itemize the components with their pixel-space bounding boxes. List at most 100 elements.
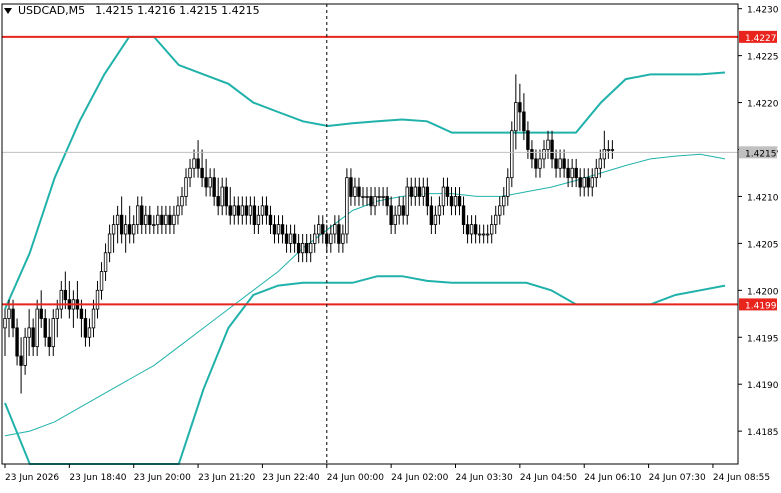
candle-body bbox=[200, 167, 204, 179]
candle-body bbox=[240, 205, 245, 216]
candle-body bbox=[268, 214, 273, 226]
candle-body bbox=[574, 167, 578, 179]
candle-body bbox=[7, 308, 11, 319]
candle-body bbox=[224, 186, 228, 207]
price-tick-label: 1.4190 bbox=[747, 381, 779, 391]
candle-body bbox=[594, 167, 598, 179]
price-tick-label: 1.4200 bbox=[747, 287, 779, 297]
candle-body bbox=[465, 224, 470, 235]
candle-body bbox=[409, 186, 413, 197]
candle-body bbox=[433, 214, 438, 226]
candle-body bbox=[220, 186, 224, 207]
candle-body bbox=[192, 158, 196, 169]
price-tick-label: 1.4195 bbox=[747, 334, 779, 344]
candle-body bbox=[453, 196, 458, 207]
candle-body bbox=[51, 318, 55, 348]
candle-body bbox=[586, 177, 590, 188]
candle-body bbox=[11, 308, 15, 329]
candle-body bbox=[538, 158, 542, 169]
time-tick-label: 24 Jun 07:30 bbox=[649, 473, 706, 483]
candle-body bbox=[429, 205, 434, 226]
candle-body bbox=[558, 158, 562, 169]
candle-body bbox=[381, 196, 385, 198]
candle-body bbox=[168, 214, 172, 226]
candle-body bbox=[606, 149, 611, 151]
candle-body bbox=[91, 308, 96, 329]
candle-body bbox=[284, 233, 289, 244]
candle-body bbox=[461, 205, 466, 226]
candle-body bbox=[180, 196, 184, 207]
candle-body bbox=[502, 196, 506, 207]
candle-body bbox=[280, 224, 285, 235]
candle-body bbox=[103, 252, 108, 272]
candle-body bbox=[610, 149, 615, 151]
candle-body bbox=[473, 224, 478, 235]
candle-body bbox=[292, 233, 297, 244]
candle-body bbox=[204, 177, 208, 188]
candle-body bbox=[55, 308, 59, 319]
time-tick-label: 23 Jun 22:40 bbox=[262, 473, 319, 483]
level-price-label: 1.4199 bbox=[745, 301, 777, 311]
candle-body bbox=[115, 214, 120, 226]
candle-body bbox=[127, 224, 132, 235]
candle-body bbox=[477, 233, 482, 236]
time-tick-label: 23 Jun 20:00 bbox=[134, 473, 191, 483]
candle-body bbox=[510, 130, 514, 179]
candle-body bbox=[148, 214, 152, 226]
candle-body bbox=[349, 177, 353, 197]
chart-background bbox=[0, 0, 781, 489]
candle-body bbox=[19, 355, 23, 366]
time-tick-label: 24 Jun 08:55 bbox=[713, 473, 770, 483]
candle-body bbox=[469, 224, 474, 235]
candle-body bbox=[373, 196, 377, 207]
candle-body bbox=[361, 196, 365, 198]
candle bbox=[345, 168, 349, 244]
candle-body bbox=[393, 214, 397, 226]
candle-body bbox=[437, 205, 442, 216]
candle-body bbox=[119, 214, 124, 235]
candle-body bbox=[526, 130, 530, 150]
candle-body bbox=[550, 139, 554, 160]
candle-body bbox=[196, 158, 200, 169]
chart-header: USDCAD,M5 1.4215 1.4216 1.4215 1.4215 bbox=[4, 4, 260, 17]
price-tick-label: 1.4225 bbox=[747, 53, 779, 63]
candle-body bbox=[542, 149, 546, 160]
candle-body bbox=[15, 327, 19, 357]
time-tick-label: 23 Jun 21:20 bbox=[198, 473, 255, 483]
ohlc-readout: 1.4215 1.4216 1.4215 1.4215 bbox=[95, 4, 260, 17]
candle-body bbox=[308, 242, 313, 254]
dropdown-triangle-icon[interactable] bbox=[4, 7, 12, 14]
price-chart[interactable]: 1.4230 1.4225 1.4220 1.4215 1.4210 1.4205 1.42… bbox=[0, 0, 781, 489]
candle-body bbox=[59, 289, 64, 310]
price-tick-label: 1.4205 bbox=[747, 240, 779, 250]
candle-body bbox=[236, 205, 240, 216]
time-tick-label: 24 Jun 03:30 bbox=[456, 473, 513, 483]
candle-body bbox=[31, 327, 35, 348]
price-tick-label: 1.4220 bbox=[747, 100, 779, 110]
candle-body bbox=[546, 139, 550, 150]
candle-body bbox=[365, 196, 369, 198]
candle-body bbox=[377, 196, 381, 198]
candle-body bbox=[304, 242, 309, 254]
candle-body bbox=[23, 336, 27, 366]
candle-body bbox=[522, 111, 526, 132]
candle-body bbox=[296, 242, 301, 254]
time-tick-label: 24 Jun 06:10 bbox=[584, 473, 641, 483]
candle-body bbox=[107, 233, 112, 254]
candle-body bbox=[39, 308, 43, 319]
candle-body bbox=[132, 224, 136, 235]
candle-body bbox=[566, 167, 570, 179]
candle-body bbox=[385, 196, 389, 207]
candle-body bbox=[232, 205, 236, 216]
candle-body bbox=[95, 289, 100, 310]
candle-body bbox=[156, 214, 160, 226]
candle-body bbox=[337, 224, 341, 244]
candle-body bbox=[208, 177, 212, 188]
symbol-timeframe-label: USDCAD,M5 bbox=[18, 4, 86, 17]
candle-body bbox=[530, 149, 534, 160]
candle-body bbox=[111, 224, 116, 235]
candle-body bbox=[184, 177, 188, 197]
candle-body bbox=[506, 177, 510, 197]
chart-canvas[interactable]: 1.4230 1.4225 1.4220 1.4215 1.4210 1.4205 1.42… bbox=[0, 0, 781, 489]
candle-body bbox=[260, 205, 265, 216]
